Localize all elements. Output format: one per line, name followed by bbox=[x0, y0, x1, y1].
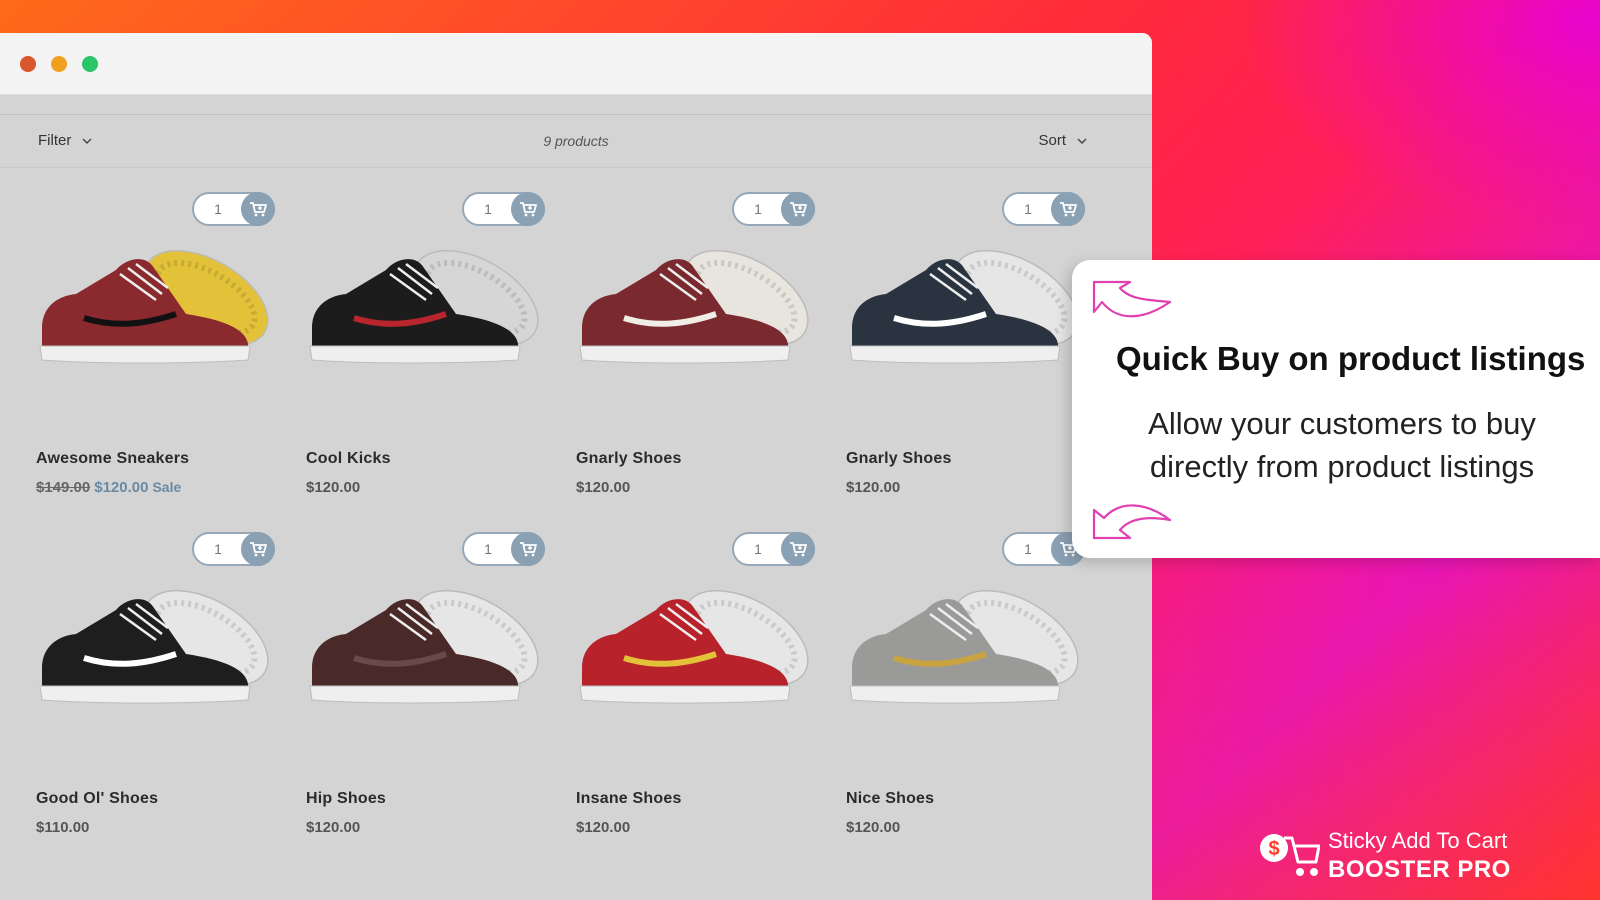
quick-buy-control: 1 bbox=[192, 192, 275, 226]
product-image[interactable] bbox=[36, 218, 281, 378]
product-price: $120.00 bbox=[846, 479, 900, 496]
quantity-input[interactable]: 1 bbox=[1004, 541, 1052, 557]
product-name[interactable]: Hip Shoes bbox=[306, 790, 386, 808]
price-value: $120.00 bbox=[306, 479, 361, 496]
sort-label: Sort bbox=[1038, 132, 1066, 149]
cart-plus-icon bbox=[1060, 202, 1077, 217]
cart-plus-icon bbox=[520, 542, 537, 557]
cart-dollar-logo-icon: $ bbox=[1260, 834, 1320, 876]
price-value: $120.00 bbox=[576, 819, 631, 836]
quantity-input[interactable]: 1 bbox=[1004, 201, 1052, 217]
filter-bar: Filter 9 products Sort bbox=[0, 115, 1152, 168]
product-card[interactable]: 1 Gnarly Shoes $120.00 bbox=[846, 168, 1091, 496]
quick-buy-control: 1 bbox=[1002, 192, 1085, 226]
quick-buy-control: 1 bbox=[462, 532, 545, 566]
original-price: $149.00 bbox=[36, 479, 91, 496]
product-image[interactable] bbox=[576, 558, 821, 718]
cart-plus-icon bbox=[790, 202, 807, 217]
price-value: $110.00 bbox=[36, 819, 90, 836]
chevron-down-icon bbox=[1077, 138, 1087, 144]
product-card[interactable]: 1 Awesome Sneakers $149.00 $120.00 Sale bbox=[36, 168, 281, 496]
quantity-input[interactable]: 1 bbox=[194, 541, 242, 557]
product-card[interactable]: 1 Nice Shoes $120.00 bbox=[846, 508, 1091, 836]
quantity-input[interactable]: 1 bbox=[734, 541, 782, 557]
product-card[interactable]: 1 Hip Shoes $120.00 bbox=[306, 508, 551, 836]
close-window-button[interactable] bbox=[20, 56, 36, 72]
price-value: $120.00 bbox=[846, 819, 901, 836]
product-image[interactable] bbox=[846, 218, 1091, 378]
product-price: $120.00 bbox=[306, 479, 360, 496]
product-image[interactable] bbox=[846, 558, 1091, 718]
quantity-input[interactable]: 1 bbox=[194, 201, 242, 217]
product-card[interactable]: 1 Cool Kicks $120.00 bbox=[306, 168, 551, 496]
product-name[interactable]: Gnarly Shoes bbox=[846, 450, 952, 468]
product-card[interactable]: 1 Insane Shoes $120.00 bbox=[576, 508, 821, 836]
product-name[interactable]: Nice Shoes bbox=[846, 790, 934, 808]
add-to-cart-button[interactable] bbox=[241, 532, 275, 566]
add-to-cart-button[interactable] bbox=[241, 192, 275, 226]
curved-arrow-icon bbox=[1092, 504, 1172, 540]
cart-plus-icon bbox=[250, 542, 267, 557]
feature-callout: Quick Buy on product listings Allow your… bbox=[1072, 260, 1600, 558]
cart-plus-icon bbox=[790, 542, 807, 557]
maximize-window-button[interactable] bbox=[82, 56, 98, 72]
cart-plus-icon bbox=[250, 202, 267, 217]
callout-body: Allow your customers to buy directly fro… bbox=[1148, 406, 1536, 484]
minimize-window-button[interactable] bbox=[51, 56, 67, 72]
title-bar bbox=[0, 33, 1152, 95]
price-value: $120.00 bbox=[306, 819, 361, 836]
product-image[interactable] bbox=[576, 218, 821, 378]
quantity-input[interactable]: 1 bbox=[464, 541, 512, 557]
product-price: $120.00 bbox=[576, 819, 630, 836]
product-price: $110.00 bbox=[36, 819, 89, 836]
brand-name: Sticky Add To Cart bbox=[1328, 828, 1508, 853]
product-price: $120.00 bbox=[306, 819, 360, 836]
product-image[interactable] bbox=[306, 218, 551, 378]
price-value: $120.00 bbox=[576, 479, 631, 496]
product-name[interactable]: Cool Kicks bbox=[306, 450, 391, 468]
product-price: $120.00 bbox=[576, 479, 630, 496]
cart-plus-icon bbox=[520, 202, 537, 217]
product-name[interactable]: Insane Shoes bbox=[576, 790, 682, 808]
quick-buy-control: 1 bbox=[732, 532, 815, 566]
sort-button[interactable]: Sort bbox=[1038, 132, 1088, 149]
product-card[interactable]: 1 Gnarly Shoes $120.00 bbox=[576, 168, 821, 496]
price-value: $120.00 bbox=[846, 479, 901, 496]
product-count: 9 products bbox=[543, 133, 609, 149]
header-strip bbox=[0, 95, 1152, 115]
add-to-cart-button[interactable] bbox=[511, 192, 545, 226]
add-to-cart-button[interactable] bbox=[511, 532, 545, 566]
product-card[interactable]: 1 Good Ol' Shoes $110.00 bbox=[36, 508, 281, 836]
sale-price: $120.00 bbox=[94, 479, 149, 496]
product-name[interactable]: Awesome Sneakers bbox=[36, 450, 189, 468]
sale-badge: Sale bbox=[152, 479, 182, 495]
quantity-input[interactable]: 1 bbox=[464, 201, 512, 217]
product-name[interactable]: Good Ol' Shoes bbox=[36, 790, 158, 808]
product-image[interactable] bbox=[36, 558, 281, 718]
curved-arrow-icon bbox=[1092, 280, 1172, 318]
callout-title: Quick Buy on product listings bbox=[1116, 340, 1586, 377]
brand-tagline: BOOSTER PRO bbox=[1328, 856, 1511, 883]
product-image[interactable] bbox=[306, 558, 551, 718]
add-to-cart-button[interactable] bbox=[781, 192, 815, 226]
product-price: $149.00 $120.00 Sale bbox=[36, 479, 181, 496]
quick-buy-control: 1 bbox=[462, 192, 545, 226]
product-name[interactable]: Gnarly Shoes bbox=[576, 450, 682, 468]
brand-logo: $ Sticky Add To Cart BOOSTER PRO bbox=[1258, 826, 1518, 886]
quick-buy-control: 1 bbox=[192, 532, 275, 566]
quantity-input[interactable]: 1 bbox=[734, 201, 782, 217]
product-price: $120.00 bbox=[846, 819, 900, 836]
quick-buy-control: 1 bbox=[732, 192, 815, 226]
add-to-cart-button[interactable] bbox=[1051, 192, 1085, 226]
add-to-cart-button[interactable] bbox=[781, 532, 815, 566]
browser-window: Filter 9 products Sort 1 Awesome Sneaker… bbox=[0, 33, 1152, 900]
svg-text:$: $ bbox=[1268, 838, 1279, 860]
store-page: Filter 9 products Sort 1 Awesome Sneaker… bbox=[0, 95, 1152, 900]
